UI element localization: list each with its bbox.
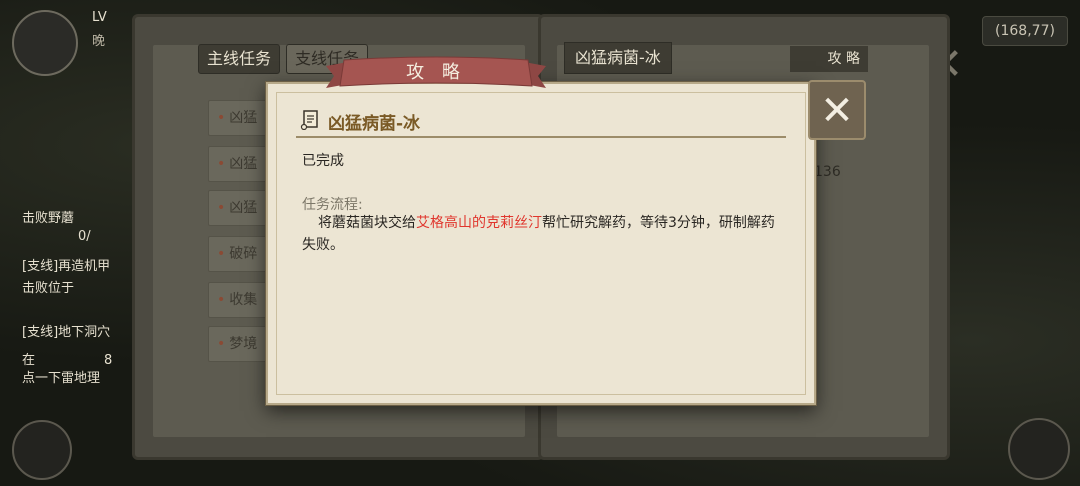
quest-status: 已完成 [302,153,344,169]
flow-description: 将蘑菇菌块交给艾格高山的克莉丝汀帮忙研究解药，等待3分钟，研制解药失败。 [302,212,782,256]
dialog-header: 凶猛病菌-冰 [296,106,786,138]
tab-main-quest[interactable]: 主线任务 [198,44,281,74]
guide-dialog: 凶猛病菌-冰 已完成 任务流程: 将蘑菇菌块交给艾格高山的克莉丝汀帮忙研究解药，… [266,82,816,405]
player-level: LV [92,10,107,25]
flow-text-before: 将蘑菇菌块交给 [318,215,416,231]
bullet-icon: • [217,336,226,352]
bullet-icon: • [217,156,226,172]
close-x-icon: ✕ [820,88,854,134]
tracker-quest[interactable]: [支线]地下洞穴 [22,324,110,342]
flow-label: 任务流程: [302,197,363,213]
scroll-icon [300,110,318,130]
close-button[interactable]: ✕ [808,80,866,140]
bullet-icon: • [217,292,226,308]
player-avatar[interactable] [12,10,78,76]
bullet-icon: • [217,110,226,126]
tracker-line: 点一下雷地理 [22,371,101,386]
tracker-quest[interactable]: [支线]再造机甲 [22,258,110,276]
bullet-icon: • [217,200,226,216]
tracker-line: 在 [22,353,36,368]
tracker-line: 击败位于 [22,281,75,296]
quest-name: 凶猛病菌-冰 [328,114,421,134]
bottom-right-button[interactable] [1008,418,1070,480]
quest-detail-number: 136 [814,164,841,180]
time-of-day-label: 晚 [92,34,106,49]
bullet-icon: • [217,246,226,262]
quest-detail-title: 凶猛病菌-冰 [564,42,672,74]
tracker-line: 0/ [78,229,91,244]
bottom-left-button[interactable] [12,420,72,480]
map-coordinate: (168,77) [982,16,1068,46]
npc-location-link[interactable]: 艾格高山的克莉丝汀 [416,215,542,231]
dialog-title: 攻 略 [406,62,466,83]
tracker-line: 8 [104,353,113,368]
guide-button[interactable]: 攻 略 [790,46,868,72]
tracker-line: 击败野蘑 [22,211,75,226]
